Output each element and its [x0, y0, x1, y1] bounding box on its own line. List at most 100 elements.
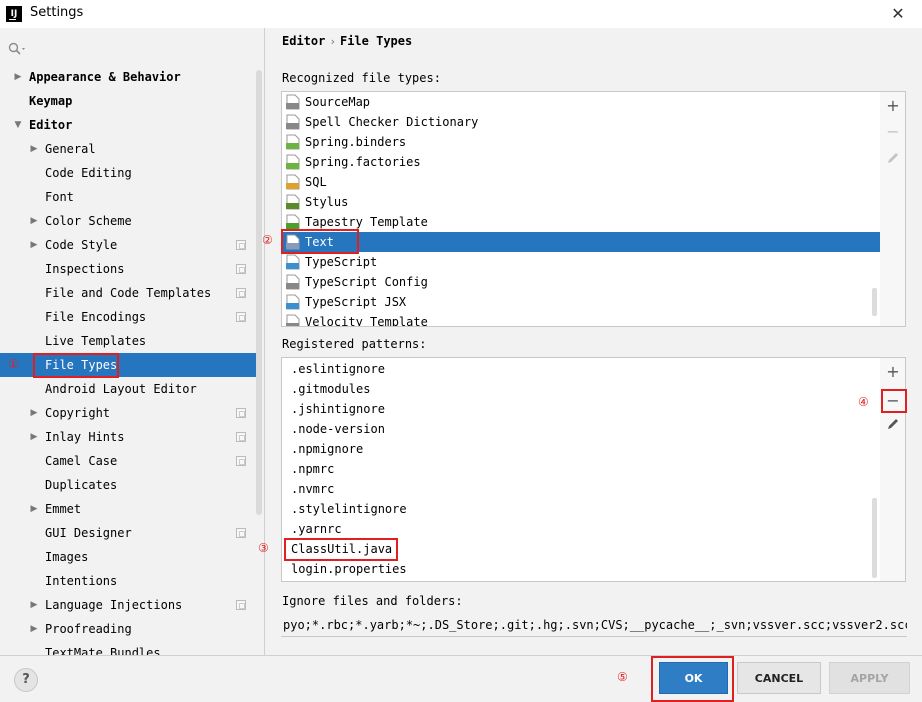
- file-type-row[interactable]: Spring.binders: [282, 132, 880, 152]
- sidebar-item[interactable]: ▶ Proofreading: [0, 617, 256, 641]
- sidebar-item[interactable]: File and Code Templates: [0, 281, 256, 305]
- pattern-row[interactable]: login.properties: [282, 559, 880, 579]
- pattern-row[interactable]: .nvmrc: [282, 479, 880, 499]
- sidebar-item[interactable]: Camel Case: [0, 449, 256, 473]
- edit-file-type-button[interactable]: [880, 147, 906, 169]
- file-type-name: Spell Checker Dictionary: [305, 115, 479, 129]
- chevron-right-icon[interactable]: ▶: [29, 497, 39, 521]
- file-type-row[interactable]: SourceMap: [282, 92, 880, 112]
- sidebar-item-label: Font: [45, 190, 74, 204]
- file-type-row[interactable]: TypeScript Config: [282, 272, 880, 292]
- search-icon[interactable]: [8, 42, 28, 56]
- sidebar-item[interactable]: Duplicates: [0, 473, 256, 497]
- sidebar-item[interactable]: ▶ Inlay Hints: [0, 425, 256, 449]
- file-type-row[interactable]: Tapestry Template: [282, 212, 880, 232]
- sidebar-item[interactable]: File Encodings: [0, 305, 256, 329]
- sidebar-item[interactable]: ▶ Emmet: [0, 497, 256, 521]
- pattern-text: .nvmrc: [291, 482, 335, 496]
- sidebar-item[interactable]: Android Layout Editor: [0, 377, 256, 401]
- sidebar-item-label: Keymap: [29, 94, 73, 108]
- chevron-right-icon[interactable]: ▶: [29, 593, 39, 617]
- file-type-row[interactable]: Spring.factories: [282, 152, 880, 172]
- file-type-row[interactable]: TypeScript JSX: [282, 292, 880, 312]
- sidebar-item[interactable]: Font: [0, 185, 256, 209]
- sidebar-item[interactable]: ▶ Language Injections: [0, 593, 256, 617]
- sidebar-item-label: Images: [45, 550, 89, 564]
- chevron-right-icon[interactable]: ▶: [29, 617, 39, 641]
- highlight-text-type: [281, 229, 359, 254]
- file-type-row[interactable]: SQL: [282, 172, 880, 192]
- dictionary-icon: [286, 114, 300, 130]
- sidebar-item[interactable]: ▶ Copyright: [0, 401, 256, 425]
- spring-leaf-icon: [286, 154, 300, 170]
- file-types-toolbar: + −: [880, 91, 906, 327]
- chevron-right-icon[interactable]: ▶: [13, 65, 23, 89]
- ok-button[interactable]: OK: [659, 662, 728, 694]
- sidebar-item[interactable]: Keymap: [0, 89, 256, 113]
- pattern-row[interactable]: .yarnrc: [282, 519, 880, 539]
- intellij-logo-icon: IJ: [6, 6, 22, 22]
- sidebar-item[interactable]: Code Editing: [0, 161, 256, 185]
- sidebar-item-label: Camel Case: [45, 454, 118, 468]
- file-type-row[interactable]: Spell Checker Dictionary: [282, 112, 880, 132]
- file-types-scrollbar[interactable]: [872, 288, 877, 316]
- sidebar-item[interactable]: ▶ Color Scheme: [0, 209, 256, 233]
- sidebar-item[interactable]: ▶ Appearance & Behavior: [0, 65, 256, 89]
- pattern-row[interactable]: .npmrc: [282, 459, 880, 479]
- file-type-name: TypeScript JSX: [305, 295, 407, 309]
- sidebar-item[interactable]: ▶ General: [0, 137, 256, 161]
- file-type-row[interactable]: Velocity Template: [282, 312, 880, 326]
- highlight-classutil-pattern: [284, 538, 398, 561]
- file-type-row[interactable]: Stylus: [282, 192, 880, 212]
- project-scope-icon: [236, 288, 246, 298]
- sidebar-item[interactable]: Live Templates: [0, 329, 256, 353]
- sidebar-item-label: Editor: [29, 118, 73, 132]
- sql-file-icon: [286, 174, 300, 190]
- pattern-row[interactable]: .stylelintignore: [282, 499, 880, 519]
- patterns-scrollbar[interactable]: [872, 498, 877, 578]
- breadcrumb-parent[interactable]: Editor: [282, 34, 325, 48]
- chevron-right-icon[interactable]: ▶: [29, 233, 39, 257]
- file-type-name: Spring.binders: [305, 135, 407, 149]
- ignore-files-input[interactable]: pyo;*.rbc;*.yarb;*~;.DS_Store;.git;.hg;.…: [281, 613, 907, 637]
- sidebar-item[interactable]: Inspections: [0, 257, 256, 281]
- sidebar-item[interactable]: GUI Designer: [0, 521, 256, 545]
- file-type-row[interactable]: TypeScript: [282, 252, 880, 272]
- project-scope-icon: [236, 408, 246, 418]
- sidebar-item[interactable]: Intentions: [0, 569, 256, 593]
- chevron-right-icon[interactable]: ▶: [29, 401, 39, 425]
- edit-pattern-button[interactable]: [880, 413, 906, 435]
- registered-patterns-label: Registered patterns:: [282, 337, 427, 351]
- cancel-button[interactable]: CANCEL: [737, 662, 821, 694]
- project-scope-icon: [236, 600, 246, 610]
- remove-file-type-button[interactable]: −: [880, 121, 906, 143]
- sidebar-scrollbar[interactable]: [256, 70, 262, 515]
- sidebar-item[interactable]: TextMate Bundles: [0, 641, 256, 655]
- pattern-row[interactable]: .jshintignore: [282, 399, 880, 419]
- chevron-down-icon[interactable]: ▼: [13, 113, 23, 137]
- help-button[interactable]: ?: [14, 668, 38, 692]
- file-type-row[interactable]: Text: [282, 232, 880, 252]
- file-type-name: TypeScript: [305, 255, 378, 269]
- file-type-name: SourceMap: [305, 95, 371, 109]
- apply-button[interactable]: APPLY: [829, 662, 910, 694]
- close-icon[interactable]: ✕: [886, 4, 910, 24]
- pattern-row[interactable]: .node-version: [282, 419, 880, 439]
- chevron-right-icon[interactable]: ▶: [29, 137, 39, 161]
- sidebar-item-label: Inlay Hints: [45, 430, 125, 444]
- pattern-row[interactable]: .npmignore: [282, 439, 880, 459]
- marker-2: ②: [262, 233, 273, 247]
- sidebar-item[interactable]: Images: [0, 545, 256, 569]
- sidebar-item-label: Proofreading: [45, 622, 132, 636]
- stylus-file-icon: [286, 194, 300, 210]
- chevron-right-icon[interactable]: ▶: [29, 209, 39, 233]
- add-file-type-button[interactable]: +: [880, 95, 906, 117]
- chevron-right-icon[interactable]: ▶: [29, 425, 39, 449]
- sidebar-item[interactable]: ▼ Editor: [0, 113, 256, 137]
- pattern-text: .npmignore: [291, 442, 364, 456]
- pattern-row[interactable]: .gitmodules: [282, 379, 880, 399]
- recognized-file-types-list[interactable]: Velocity Template TypeScript JSX TypeScrip…: [281, 91, 881, 327]
- sidebar-item[interactable]: ▶ Code Style: [0, 233, 256, 257]
- add-pattern-button[interactable]: +: [880, 361, 906, 383]
- pattern-row[interactable]: .eslintignore: [282, 359, 880, 379]
